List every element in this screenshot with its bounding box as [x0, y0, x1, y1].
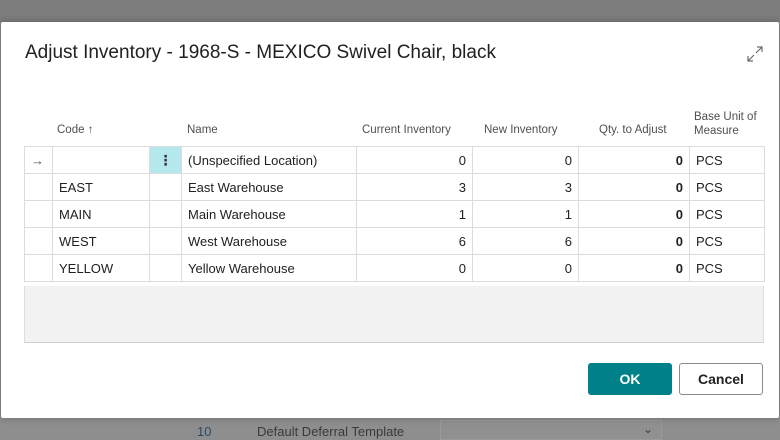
- uom-cell: PCS: [689, 173, 765, 201]
- name-cell-value: Yellow Warehouse: [188, 260, 295, 276]
- row-actions-cell[interactable]: [149, 173, 182, 201]
- code-cell-value: MAIN: [59, 206, 92, 222]
- current-inventory-cell: 0: [356, 146, 473, 174]
- qty-to-adjust-cell: 0: [578, 227, 690, 255]
- qty-to-adjust-cell: 0: [578, 200, 690, 228]
- current-inventory-cell-value: 6: [458, 233, 466, 249]
- code-cell-value: EAST: [59, 179, 93, 195]
- new-inventory-cell[interactable]: 3: [472, 173, 579, 201]
- column-header-current-inventory[interactable]: Current Inventory: [362, 124, 451, 136]
- name-cell-value: West Warehouse: [188, 233, 287, 249]
- more-options-icon[interactable]: ⋮: [159, 152, 173, 168]
- current-inventory-cell: 0: [356, 254, 473, 282]
- table-row[interactable]: WEST West Warehouse 6 6 0 PCS: [24, 227, 765, 255]
- column-header-code[interactable]: Code ↑: [57, 124, 93, 136]
- table-empty-area: [24, 286, 764, 343]
- row-marker: [24, 173, 53, 201]
- current-inventory-cell: 3: [356, 173, 473, 201]
- qty-to-adjust-cell: 0: [578, 254, 690, 282]
- row-marker: [24, 227, 53, 255]
- new-inventory-cell[interactable]: 0: [472, 254, 579, 282]
- row-arrow-icon: →: [31, 152, 44, 168]
- row-actions-cell[interactable]: [149, 200, 182, 228]
- name-cell-value: East Warehouse: [188, 179, 284, 195]
- uom-cell-value: PCS: [696, 179, 723, 195]
- code-cell-value: YELLOW: [59, 260, 114, 276]
- new-inventory-cell[interactable]: 1: [472, 200, 579, 228]
- code-cell[interactable]: [52, 146, 150, 174]
- new-inventory-cell[interactable]: 6: [472, 227, 579, 255]
- new-inventory-cell-value: 0: [564, 152, 572, 168]
- background-dropdown-field: ⌄: [440, 420, 662, 440]
- column-header-code-label: Code: [57, 124, 85, 136]
- code-cell[interactable]: WEST: [52, 227, 150, 255]
- uom-cell: PCS: [689, 200, 765, 228]
- table-row[interactable]: MAIN Main Warehouse 1 1 0 PCS: [24, 200, 765, 228]
- row-marker: →: [24, 146, 53, 174]
- row-actions-cell[interactable]: [149, 227, 182, 255]
- expand-icon[interactable]: [746, 45, 764, 63]
- current-inventory-cell-value: 1: [458, 206, 466, 222]
- table-row[interactable]: YELLOW Yellow Warehouse 0 0 0 PCS: [24, 254, 765, 282]
- uom-cell: PCS: [689, 227, 765, 255]
- column-header-new-inventory[interactable]: New Inventory: [484, 124, 558, 136]
- uom-cell: PCS: [689, 254, 765, 282]
- cancel-button[interactable]: Cancel: [679, 363, 763, 395]
- code-cell[interactable]: YELLOW: [52, 254, 150, 282]
- background-line-number: 10: [197, 424, 212, 439]
- name-cell[interactable]: Main Warehouse: [181, 200, 357, 228]
- qty-to-adjust-cell-value: 0: [675, 179, 683, 195]
- name-cell[interactable]: West Warehouse: [181, 227, 357, 255]
- name-cell-value: (Unspecified Location): [188, 152, 318, 168]
- chevron-down-icon: ⌄: [642, 422, 653, 436]
- column-header-name[interactable]: Name: [187, 124, 218, 136]
- current-inventory-cell-value: 0: [458, 260, 466, 276]
- current-inventory-cell: 1: [356, 200, 473, 228]
- inventory-table: → ⋮ (Unspecified Location) 0 0 0 PCS EAST East W…: [24, 146, 765, 282]
- code-cell[interactable]: MAIN: [52, 200, 150, 228]
- new-inventory-cell-value: 0: [564, 260, 572, 276]
- qty-to-adjust-cell-value: 0: [675, 260, 683, 276]
- sort-ascending-icon: ↑: [87, 124, 94, 136]
- name-cell[interactable]: (Unspecified Location): [181, 146, 357, 174]
- new-inventory-cell[interactable]: 0: [472, 146, 579, 174]
- current-inventory-cell: 6: [356, 227, 473, 255]
- ok-button[interactable]: OK: [588, 363, 672, 395]
- name-cell[interactable]: Yellow Warehouse: [181, 254, 357, 282]
- table-row[interactable]: EAST East Warehouse 3 3 0 PCS: [24, 173, 765, 201]
- row-actions-cell[interactable]: [149, 254, 182, 282]
- qty-to-adjust-cell-value: 0: [675, 152, 683, 168]
- current-inventory-cell-value: 3: [458, 179, 466, 195]
- name-cell[interactable]: East Warehouse: [181, 173, 357, 201]
- qty-to-adjust-cell-value: 0: [675, 233, 683, 249]
- table-row[interactable]: → ⋮ (Unspecified Location) 0 0 0 PCS: [24, 146, 765, 174]
- background-header: [0, 0, 780, 22]
- row-marker: [24, 200, 53, 228]
- column-header-base-unit-of-measure[interactable]: Base Unit of Measure: [694, 110, 766, 138]
- current-inventory-cell-value: 0: [458, 152, 466, 168]
- qty-to-adjust-cell: 0: [578, 146, 690, 174]
- uom-cell: PCS: [689, 146, 765, 174]
- column-header-qty-to-adjust[interactable]: Qty. to Adjust: [599, 124, 667, 136]
- new-inventory-cell-value: 1: [564, 206, 572, 222]
- code-cell-value: WEST: [59, 233, 97, 249]
- uom-cell-value: PCS: [696, 206, 723, 222]
- qty-to-adjust-cell-value: 0: [675, 206, 683, 222]
- uom-cell-value: PCS: [696, 233, 723, 249]
- new-inventory-cell-value: 6: [564, 233, 572, 249]
- name-cell-value: Main Warehouse: [188, 206, 286, 222]
- row-actions-cell[interactable]: ⋮: [149, 146, 182, 174]
- uom-cell-value: PCS: [696, 260, 723, 276]
- new-inventory-cell-value: 3: [564, 179, 572, 195]
- uom-cell-value: PCS: [696, 152, 723, 168]
- qty-to-adjust-cell: 0: [578, 173, 690, 201]
- background-field-label: Default Deferral Template: [257, 424, 405, 439]
- row-marker: [24, 254, 53, 282]
- code-cell[interactable]: EAST: [52, 173, 150, 201]
- dialog-title: Adjust Inventory - 1968-S - MEXICO Swive…: [25, 42, 496, 63]
